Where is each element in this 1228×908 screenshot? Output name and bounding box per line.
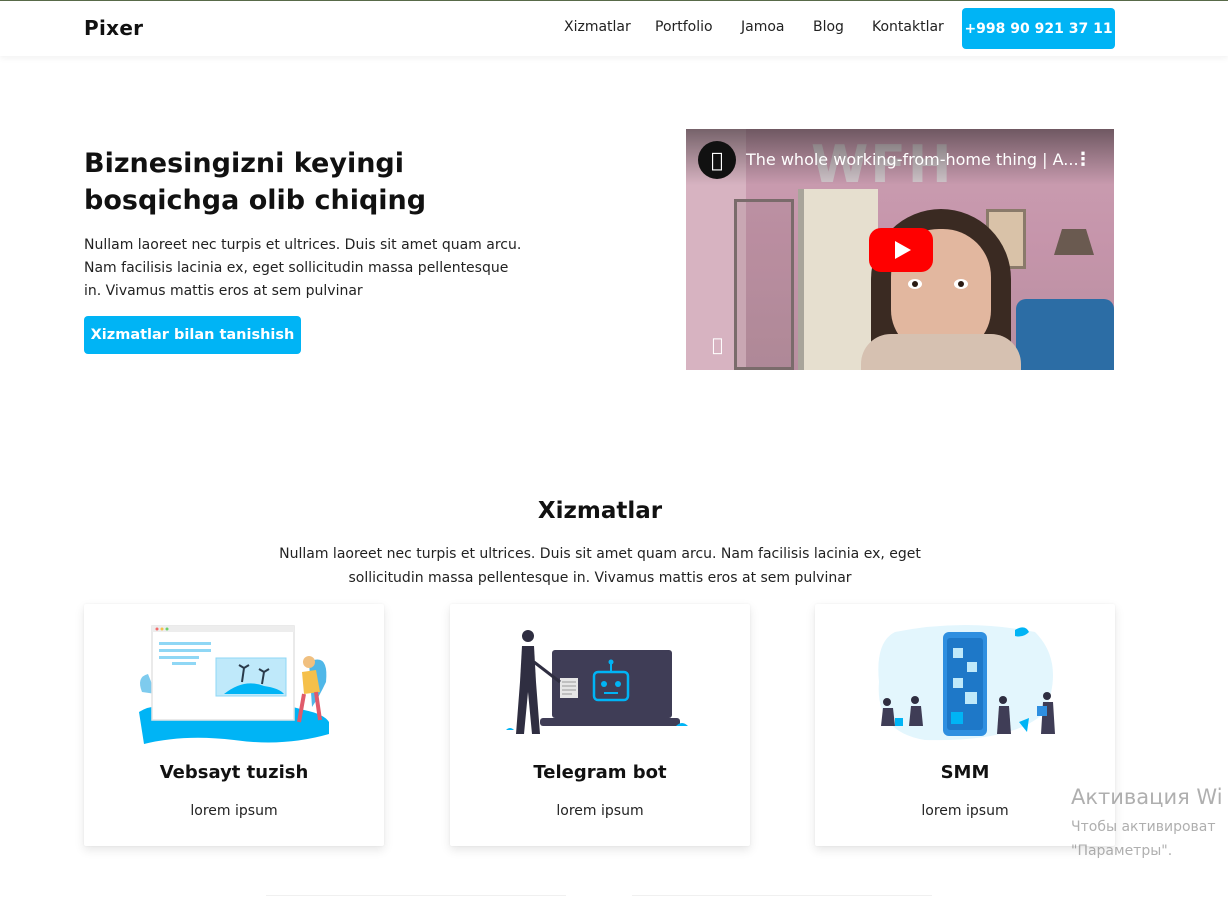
video-frame-lamp: [1054, 229, 1094, 255]
hero-description: Nullam laoreet nec turpis et ultrices. D…: [84, 237, 522, 299]
social-media-illustration-icon: [878, 625, 1055, 741]
nav-item-blog[interactable]: Blog: [813, 19, 844, 35]
video-frame-person-body: [861, 334, 1021, 370]
apple-logo-icon[interactable]: : [698, 141, 736, 179]
nav-item-kontaktlar[interactable]: Kontaktlar: [872, 19, 944, 35]
video-frame-sofa: [1016, 299, 1114, 370]
activation-line: Чтобы активироват: [1071, 819, 1216, 835]
services-title: Xizmatlar: [537, 498, 663, 524]
service-card-title: SMM: [940, 762, 990, 783]
youtube-video-embed[interactable]: WFH  The whole working-from-home thing …: [686, 129, 1114, 370]
apple-watermark-icon: : [712, 335, 723, 356]
next-section-card-edge: [266, 895, 566, 908]
site-logo[interactable]: Pixer: [84, 16, 143, 40]
more-options-icon[interactable]: ⋮: [1074, 149, 1092, 170]
site-header: Pixer Xizmatlar Portfolio Jamoa Blog Kon…: [0, 1, 1228, 56]
video-frame-door: [798, 189, 878, 370]
activation-title: Активация Wi: [1071, 785, 1223, 809]
phone-button[interactable]: +998 90 921 37 11: [962, 8, 1115, 49]
service-card-smm[interactable]: SMM lorem ipsum: [815, 604, 1115, 846]
service-card-subtitle: lorem ipsum: [921, 803, 1009, 819]
windows-activation-watermark: Активация Wi Чтобы активироват "Параметр…: [1071, 785, 1223, 863]
service-card-subtitle: lorem ipsum: [190, 803, 278, 819]
video-frame-eye: [908, 279, 922, 289]
website-illustration-icon: [139, 625, 329, 744]
nav-item-portfolio[interactable]: Portfolio: [655, 19, 713, 35]
youtube-play-icon[interactable]: [869, 228, 933, 272]
hero-title: Biznesingizni keyingi bosqichga olib chi…: [84, 148, 427, 216]
nav-item-xizmatlar[interactable]: Xizmatlar: [564, 19, 631, 35]
services-cta-button[interactable]: Xizmatlar bilan tanishish: [84, 316, 301, 354]
next-section-card-edge: [632, 895, 932, 908]
service-card-telegram-bot[interactable]: Telegram bot lorem ipsum: [450, 604, 750, 846]
service-card-website[interactable]: Vebsayt tuzish lorem ipsum: [84, 604, 384, 846]
service-card-subtitle: lorem ipsum: [556, 803, 644, 819]
video-frame-shelf: [734, 199, 794, 370]
service-card-title: Vebsayt tuzish: [159, 762, 309, 783]
video-title[interactable]: The whole working-from-home thing | A...: [746, 150, 1079, 169]
services-description: Nullam laoreet nec turpis et ultrices. D…: [279, 546, 921, 586]
video-frame-eye: [954, 279, 968, 289]
bot-illustration-icon: [506, 630, 688, 734]
nav-item-jamoa[interactable]: Jamoa: [741, 19, 785, 35]
activation-line: "Параметры".: [1071, 843, 1173, 859]
service-card-title: Telegram bot: [533, 762, 667, 783]
